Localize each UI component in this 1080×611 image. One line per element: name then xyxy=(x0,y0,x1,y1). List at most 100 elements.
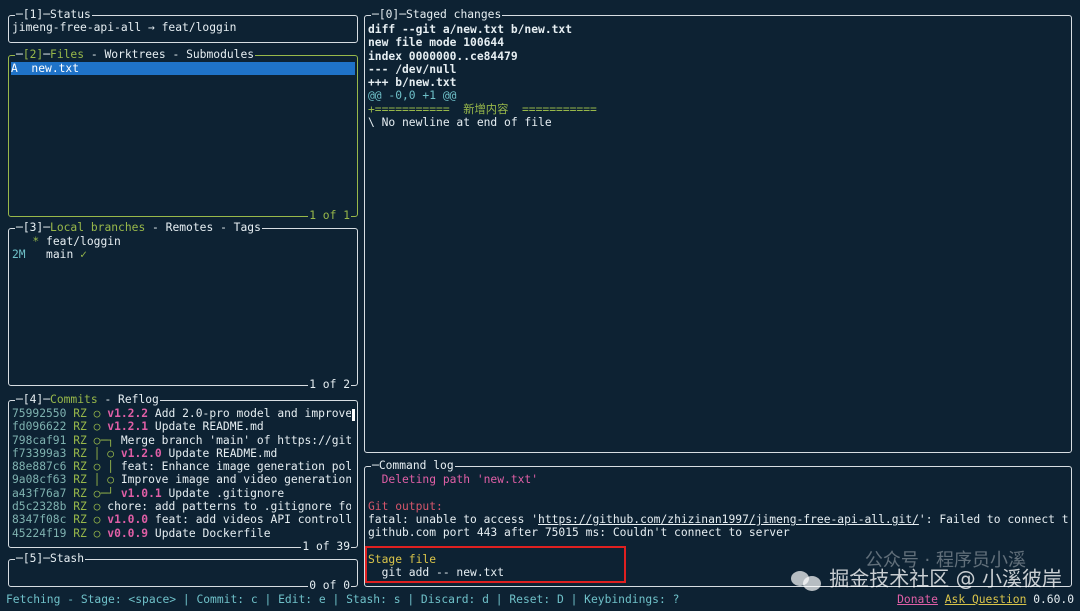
git-output-label: Git output: xyxy=(368,499,443,513)
commit-tag: v1.2.0 xyxy=(120,446,162,460)
statusbar-separator: | xyxy=(488,592,510,606)
commit-author: RZ xyxy=(73,446,87,460)
file-item[interactable]: A new.txt xyxy=(11,62,355,76)
commit-sha: 45224f19 xyxy=(12,526,67,540)
commit-author: RZ xyxy=(73,433,87,447)
status-panel-title: ─[1]─Status xyxy=(15,8,92,22)
commit-author: RZ xyxy=(73,460,87,474)
branch-current-marker xyxy=(32,248,39,261)
tab-local-branches[interactable]: Local branches xyxy=(50,221,145,234)
keybinding-item: Fetching xyxy=(6,592,61,606)
commit-row[interactable]: a43f76a7 RZ ○─┘ v1.0.1 Update .gitignore xyxy=(12,487,351,500)
commit-message: chore: add patterns to .gitignore for co… xyxy=(107,500,351,514)
statusbar-separator: | xyxy=(400,592,421,606)
commit-tag: v1.2.1 xyxy=(107,420,149,434)
keybinding-bar: Fetching - Stage: <space> | Commit: c | … xyxy=(6,593,679,606)
commit-sha: 8347f08c xyxy=(12,513,67,527)
commit-sha: 88e887c6 xyxy=(12,460,67,474)
commit-graph: ○ │ xyxy=(93,460,115,474)
commit-sha: d5c2328b xyxy=(12,500,67,514)
status-panel[interactable]: ─[1]─Status jimeng-free-api-all → feat/l… xyxy=(8,8,358,43)
stash-panel-title: ─[5]─Stash xyxy=(15,552,86,566)
commit-author: RZ xyxy=(73,473,87,487)
commit-sha: f73399a3 xyxy=(12,446,67,460)
keybinding-item[interactable]: Reset: D xyxy=(509,593,563,606)
commit-author: RZ xyxy=(73,500,87,514)
keybinding-item[interactable]: Keybindings: ? xyxy=(584,593,679,606)
version-text: 0.60.0 xyxy=(1033,592,1074,606)
statusbar-separator: - xyxy=(60,592,81,606)
commits-panel-title: ─[4]─Commits - Reflog xyxy=(15,393,160,407)
file-status: A xyxy=(11,62,18,75)
commits-scrollbar[interactable] xyxy=(352,409,355,421)
error-url-link[interactable]: https://github.com/zhizinan1997/jimeng-f… xyxy=(538,513,919,526)
commit-author: RZ xyxy=(73,486,87,500)
commit-message: feat: add videos API controller xyxy=(154,513,351,527)
statusbar-separator: | xyxy=(176,592,197,606)
commit-message: Merge branch 'main' of https://github.c xyxy=(120,433,351,447)
commit-row[interactable]: 88e887c6 RZ ○ │ feat: Enhance image gene… xyxy=(12,460,351,473)
diff-line: \ No newline at end of file xyxy=(368,116,552,130)
commit-author: RZ xyxy=(73,526,87,540)
commit-graph: ○ xyxy=(93,513,101,527)
diff-line: diff --git a/new.txt b/new.txt xyxy=(368,23,573,36)
commit-tag: v1.0.0 xyxy=(107,513,149,527)
status-text: jimeng-free-api-all → feat/loggin xyxy=(12,21,237,34)
tab-reflog[interactable]: - Reflog xyxy=(98,393,158,406)
files-panel[interactable]: ─[2]─Files - Worktrees - Submodules A ne… xyxy=(8,48,358,222)
commit-sha: a43f76a7 xyxy=(12,486,67,500)
commits-footer: 1 of 39 xyxy=(301,539,351,553)
commit-message: Update README.md xyxy=(154,420,264,434)
stash-panel[interactable]: ─[5]─Stash 0 of 0 xyxy=(8,552,358,592)
keybinding-item[interactable]: Stash: s xyxy=(346,593,400,606)
branch-item[interactable]: 2M main ✓ xyxy=(12,248,354,261)
tab-worktrees-submodules[interactable]: - Worktrees - Submodules xyxy=(84,48,254,61)
commit-row[interactable]: f73399a3 RZ │ ○ v1.2.0 Update README.md xyxy=(12,447,351,460)
branches-panel[interactable]: ─[3]─Local branches - Remotes - Tags * f… xyxy=(8,221,358,391)
commit-tag: v0.0.9 xyxy=(107,526,149,540)
watermark: 公众号 · 程序员小溪 掘金技术社区 @ 小溪彼岸 xyxy=(789,551,1062,593)
branch-item[interactable]: * feat/loggin xyxy=(12,235,354,248)
statusbar-separator: | xyxy=(325,592,347,606)
keybinding-item[interactable]: Stage: <space> xyxy=(81,593,176,606)
commit-message: Update .gitignore xyxy=(168,486,285,500)
commit-row[interactable]: d5c2328b RZ ○ chore: add patterns to .gi… xyxy=(12,500,351,513)
commit-row[interactable]: 75992550 RZ ○ v1.2.2 Add 2.0-pro model a… xyxy=(12,407,351,420)
diff-line: index 0000000..ce84479 xyxy=(368,49,518,63)
commit-graph: ○─┘ xyxy=(93,486,115,500)
file-name: new.txt xyxy=(31,62,80,75)
branch-current-marker: * xyxy=(32,235,40,248)
commit-message: feat: Enhance image generation polling, xyxy=(120,460,351,474)
staged-changes-panel[interactable]: ─[0]─Staged changes diff --git a/new.txt… xyxy=(364,8,1072,453)
keybinding-item[interactable]: Discard: d xyxy=(421,593,489,606)
commit-graph: │ ○ xyxy=(93,473,115,487)
check-icon: ✓ xyxy=(80,248,87,262)
stash-footer: 0 of 0 xyxy=(308,578,351,592)
tab-files[interactable]: Files xyxy=(50,48,84,61)
commit-row[interactable]: 45224f19 RZ ○ v0.0.9 Update Dockerfile xyxy=(12,527,351,540)
commit-sha: 75992550 xyxy=(12,407,67,420)
right-status: Donate Ask Question 0.60.0 xyxy=(897,593,1074,606)
tab-commits[interactable]: Commits xyxy=(50,393,98,406)
commit-row[interactable]: 8347f08c RZ ○ v1.0.0 feat: add videos AP… xyxy=(12,513,351,526)
keybinding-item[interactable]: Edit: e xyxy=(278,593,326,606)
commit-row[interactable]: fd096622 RZ ○ v1.2.1 Update README.md xyxy=(12,420,351,433)
commit-graph: ○─┐ xyxy=(93,433,115,447)
command-log-title: ─Command log xyxy=(371,459,455,473)
ask-question-link[interactable]: Ask Question xyxy=(945,593,1027,606)
commit-row[interactable]: 798caf91 RZ ○─┐ Merge branch 'main' of h… xyxy=(12,434,351,447)
commit-sha: fd096622 xyxy=(12,420,67,434)
branch-name: feat/loggin xyxy=(46,235,121,248)
commit-message: Update README.md xyxy=(168,446,278,460)
commit-author: RZ xyxy=(73,420,87,434)
deleting-path-line: Deleting path 'new.txt' xyxy=(368,473,539,486)
commit-sha: 798caf91 xyxy=(12,433,67,447)
commits-panel[interactable]: ─[4]─Commits - Reflog 75992550 RZ ○ v1.2… xyxy=(8,393,358,553)
commit-row[interactable]: 9a08cf63 RZ │ ○ Improve image and video … xyxy=(12,473,351,486)
donate-link[interactable]: Donate xyxy=(897,593,938,606)
diff-line: +++ b/new.txt xyxy=(368,76,457,90)
diff-view[interactable]: diff --git a/new.txt b/new.txt new file m… xyxy=(368,23,1068,448)
commit-graph: │ ○ xyxy=(93,446,115,460)
tab-remotes-tags[interactable]: - Remotes - Tags xyxy=(145,221,261,234)
keybinding-item[interactable]: Commit: c xyxy=(196,593,257,606)
